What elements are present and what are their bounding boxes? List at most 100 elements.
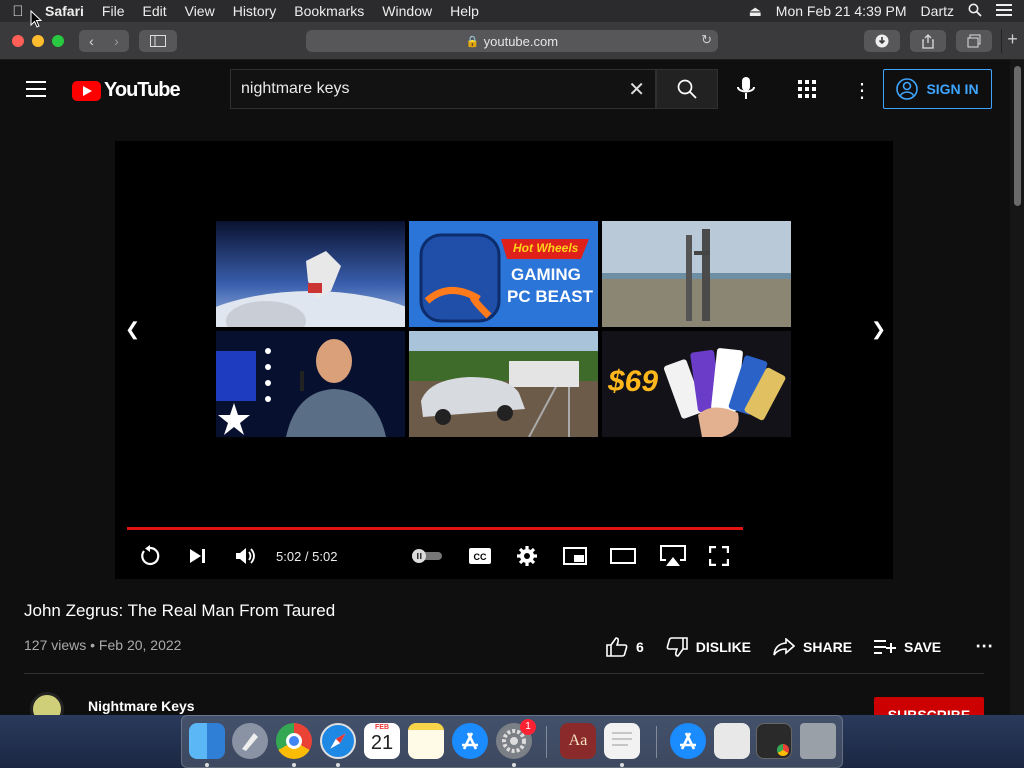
safari-icon[interactable] — [320, 723, 356, 759]
chrome-icon[interactable] — [276, 723, 312, 759]
calendar-month: FEB — [375, 724, 389, 731]
calendar-icon[interactable]: FEB 21 — [364, 723, 400, 759]
next-suggestions-arrow[interactable]: ❯ — [871, 319, 886, 340]
textedit-icon[interactable] — [604, 723, 640, 759]
menubar:  Safari File Edit View History Bookmark… — [0, 0, 1024, 22]
menu-safari[interactable]: Safari — [36, 3, 93, 19]
scrollbar-thumb[interactable] — [1014, 66, 1021, 206]
finder-icon[interactable] — [189, 723, 225, 759]
video-title: John Zegrus: The Real Man From Taured — [24, 601, 336, 620]
menu-window[interactable]: Window — [373, 3, 441, 19]
control-center-icon[interactable] — [996, 3, 1012, 19]
like-button[interactable]: 6 — [606, 636, 644, 657]
dislike-button[interactable]: DISLIKE — [666, 636, 751, 657]
miniplayer-icon — [563, 547, 587, 565]
airplay-button[interactable] — [658, 543, 688, 569]
url-text: youtube.com — [483, 33, 559, 49]
volume-icon — [236, 548, 255, 564]
forward-button[interactable]: › — [104, 33, 129, 49]
playlist-add-icon — [874, 639, 897, 654]
menubar-user[interactable]: Dartz — [921, 3, 954, 19]
share-video-button[interactable]: SHARE — [773, 637, 852, 656]
minimize-window-button[interactable] — [32, 34, 44, 47]
zoom-window-button[interactable] — [52, 34, 64, 47]
suggestion-thumbnail-car-tracks[interactable] — [409, 331, 598, 437]
spotlight-search-icon[interactable] — [968, 3, 982, 20]
applications-folder-icon[interactable] — [670, 723, 706, 759]
finder-running-indicator — [205, 763, 209, 767]
menu-file[interactable]: File — [93, 3, 134, 19]
reload-icon[interactable]: ↻ — [701, 32, 712, 48]
youtube-logo-text: YouTube — [104, 79, 181, 101]
sign-in-button[interactable]: SIGN IN — [883, 69, 992, 109]
more-actions-button[interactable]: ⋯ — [975, 636, 993, 657]
youtube-header: YouTube nightmare keys ✕ ⋮ SIGN IN — [0, 60, 1010, 118]
menu-help[interactable]: Help — [441, 3, 488, 19]
channel-name[interactable]: Nightmare Keys — [88, 698, 195, 714]
next-video-button[interactable] — [185, 543, 211, 569]
miniplayer-button[interactable] — [562, 543, 588, 569]
system-preferences-icon[interactable]: 1 — [496, 719, 536, 759]
menu-view[interactable]: View — [176, 3, 224, 19]
previous-suggestions-arrow[interactable]: ❮ — [125, 319, 140, 340]
downloads-button[interactable] — [864, 30, 900, 52]
volume-button[interactable] — [233, 543, 259, 569]
search-input[interactable]: nightmare keys ✕ — [230, 69, 656, 109]
dock: FEB 21 1 Aa — [181, 715, 843, 768]
youtube-apps-button[interactable] — [798, 80, 816, 103]
eject-icon[interactable]: ⏏ — [749, 3, 762, 20]
sidebar-toggle-button[interactable] — [139, 30, 177, 52]
suggestion-thumbnail-rocket[interactable] — [602, 221, 791, 327]
notes-icon[interactable] — [408, 723, 444, 759]
fullscreen-button[interactable] — [706, 543, 732, 569]
save-button[interactable]: SAVE — [874, 639, 941, 655]
youtube-logo[interactable]: YouTube — [72, 79, 181, 102]
menu-edit[interactable]: Edit — [133, 3, 175, 19]
player-controls: 5:02 / 5:02 CC — [115, 537, 893, 577]
menu-history[interactable]: History — [224, 3, 286, 19]
new-tab-button[interactable]: + — [1001, 29, 1023, 53]
address-bar[interactable]: 🔒 youtube.com ↻ — [306, 30, 718, 52]
page-scrollbar[interactable] — [1010, 60, 1024, 715]
chrome-running-indicator — [292, 763, 296, 767]
captions-button[interactable]: CC — [467, 543, 493, 569]
dictionary-glyph: Aa — [568, 732, 588, 749]
progress-bar[interactable] — [127, 527, 743, 530]
suggestion-thumbnail-gaming-pc[interactable]: Hot Wheels GAMING PC BEAST — [409, 221, 598, 327]
voice-search-button[interactable] — [734, 76, 758, 107]
dictionary-icon[interactable]: Aa — [560, 723, 596, 759]
menubar-datetime[interactable]: Mon Feb 21 4:39 PM — [776, 3, 907, 19]
launchpad-icon[interactable] — [232, 723, 268, 759]
suggestion-thumbnail-space-jump[interactable] — [216, 221, 405, 327]
search-button[interactable] — [656, 69, 718, 109]
menu-bookmarks[interactable]: Bookmarks — [285, 3, 373, 19]
document-icon[interactable] — [714, 723, 750, 759]
theater-mode-button[interactable] — [610, 543, 636, 569]
settings-button[interactable] — [514, 543, 540, 569]
dock-separator — [546, 726, 547, 758]
app-store-icon[interactable] — [452, 723, 488, 759]
autoplay-toggle[interactable] — [409, 543, 443, 569]
gear-icon — [517, 546, 537, 566]
close-window-button[interactable] — [12, 34, 24, 47]
replay-button[interactable] — [137, 543, 163, 569]
youtube-play-icon — [72, 80, 101, 101]
fullscreen-icon — [709, 546, 729, 566]
suggestion-thumbnail-singer[interactable] — [216, 331, 405, 437]
share-button[interactable] — [910, 30, 946, 52]
video-player[interactable]: ❮ ❯ Hot Wheels GAMING PC BEAST $69 5:02 … — [115, 141, 893, 579]
chrome-window-minimized[interactable] — [756, 723, 792, 759]
microphone-icon — [737, 77, 755, 99]
calendar-day: 21 — [370, 732, 394, 754]
back-button[interactable]: ‹ — [79, 33, 104, 49]
suggestion-thumbnail-69-phones[interactable]: $69 — [602, 331, 791, 437]
thumbs-up-icon — [606, 636, 628, 657]
end-screen-suggestions: Hot Wheels GAMING PC BEAST $69 — [216, 221, 792, 437]
tab-overview-button[interactable] — [956, 30, 992, 52]
trash-icon[interactable] — [800, 723, 836, 759]
back-forward-buttons: ‹ › — [79, 30, 129, 52]
settings-more-icon[interactable]: ⋮ — [852, 78, 872, 103]
clear-search-icon[interactable]: ✕ — [628, 77, 645, 102]
guide-menu-icon[interactable] — [26, 81, 46, 97]
notification-badge: 1 — [520, 719, 536, 735]
